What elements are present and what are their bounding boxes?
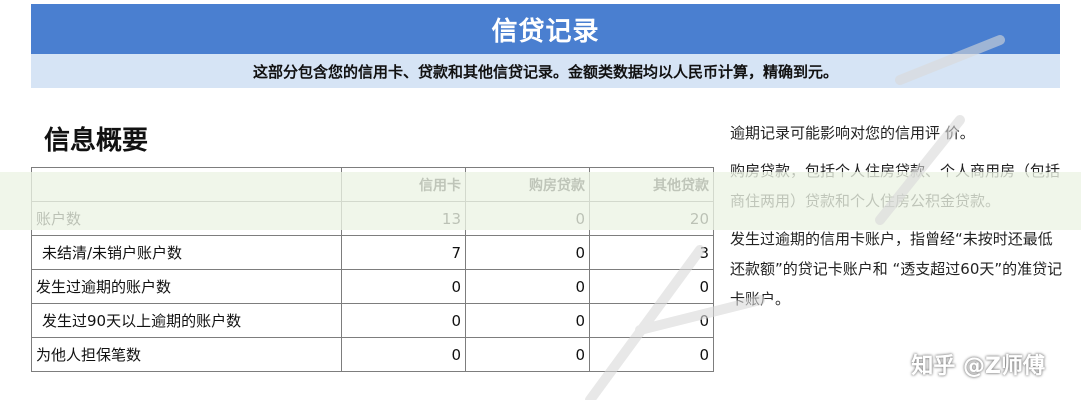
note-home-loan-definition: 购房贷款，包括个人住房贷款、个人商用房（包括商住两用）贷款和个人住房公积金贷款。 (730, 162, 1061, 210)
column-header-other-loan: 其他贷款 (589, 167, 714, 202)
watermark-text: 知乎 @Z师傅 (911, 354, 1045, 379)
cell-value: 0 (465, 337, 590, 372)
table-header-row: 信用卡 购房贷款 其他贷款 (31, 167, 714, 202)
table-row: 为他人担保笔数 0 0 0 (31, 337, 714, 372)
note-overdue-impact: 逾期记录可能影响对您的信用评 价。 (730, 124, 975, 142)
row-label: 发生过90天以上逾期的账户数 (31, 303, 342, 338)
summary-table: 信用卡 购房贷款 其他贷款 账户数 13 0 20 未结清/未销户账户数 7 0… (31, 167, 714, 372)
table-row: 发生过逾期的账户数 0 0 0 (31, 269, 714, 304)
column-header-home-loan: 购房贷款 (465, 167, 590, 202)
row-label: 为他人担保笔数 (31, 337, 342, 372)
table-row: 账户数 13 0 20 (31, 201, 714, 236)
table-row: 发生过90天以上逾期的账户数 0 0 0 (31, 303, 714, 338)
cell-value: 0 (341, 303, 466, 338)
row-label: 账户数 (31, 201, 342, 236)
cell-value: 0 (341, 269, 466, 304)
cell-value: 0 (589, 303, 714, 338)
subtitle-bar: 这部分包含您的信用卡、贷款和其他信贷记录。金额类数据均以人民币计算，精确到元。 (31, 54, 1060, 88)
section-title: 信息概要 (44, 126, 149, 156)
cell-value: 13 (341, 201, 466, 236)
table-row: 未结清/未销户账户数 7 0 3 (31, 235, 714, 270)
cell-value: 20 (589, 201, 714, 236)
cell-value: 0 (465, 269, 590, 304)
cell-value: 7 (341, 235, 466, 270)
cell-value: 0 (589, 337, 714, 372)
column-header-credit-card: 信用卡 (341, 167, 466, 202)
notes-panel: 逾期记录可能影响对您的信用评 价。 购房贷款，包括个人住房贷款、个人商用房（包括… (730, 118, 1065, 322)
cell-value: 3 (589, 235, 714, 270)
cell-value: 0 (465, 201, 590, 236)
cell-value: 0 (589, 269, 714, 304)
row-label: 发生过逾期的账户数 (31, 269, 342, 304)
cell-value: 0 (341, 337, 466, 372)
cell-value: 0 (465, 303, 590, 338)
page-subtitle: 这部分包含您的信用卡、贷款和其他信贷记录。金额类数据均以人民币计算，精确到元。 (252, 62, 838, 81)
column-header (31, 167, 342, 202)
cell-value: 0 (465, 235, 590, 270)
row-label: 未结清/未销户账户数 (31, 235, 342, 270)
title-bar: 信贷记录 (31, 4, 1060, 54)
page-title: 信贷记录 (491, 16, 600, 47)
note-overdue-card-definition: 发生过逾期的信用卡账户，指曾经“未按时还最低还款额”的贷记卡账户和 “透支超过6… (730, 230, 1063, 308)
